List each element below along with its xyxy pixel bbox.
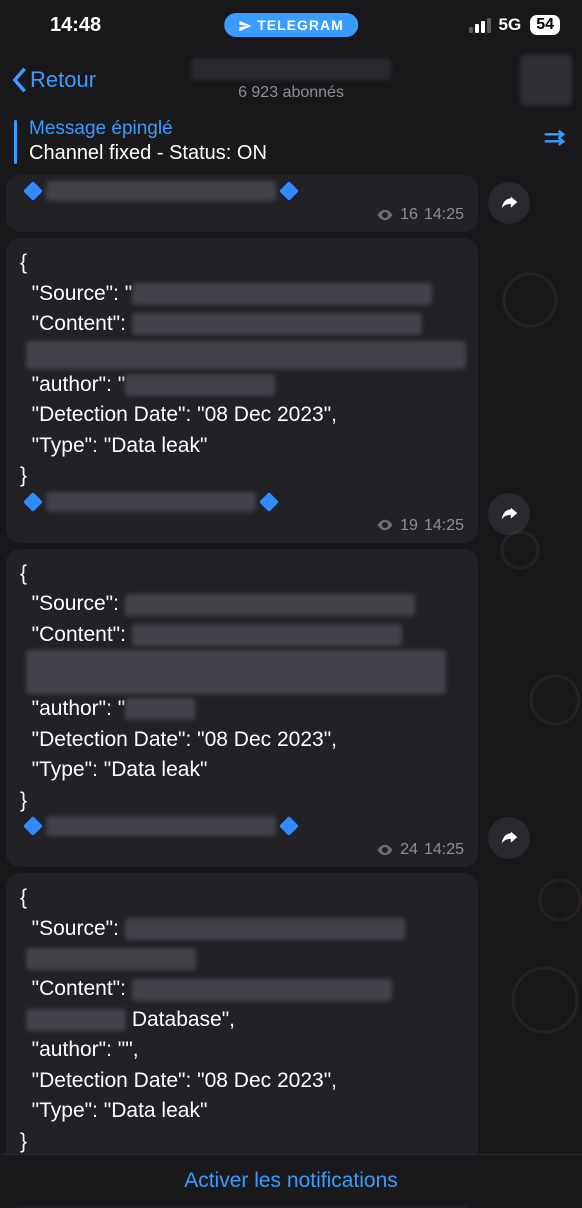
message-bubble[interactable]: { "Source": " "Content": "author": " "De…	[6, 238, 478, 543]
message-meta: 24 14:25	[20, 838, 464, 861]
redacted-text	[46, 181, 276, 201]
redacted-text	[125, 374, 275, 396]
channel-name-redacted	[191, 58, 391, 80]
json-line: "Source":	[20, 914, 464, 944]
redacted-text	[26, 948, 196, 970]
redacted-line	[20, 944, 464, 974]
json-line: "Content":	[20, 974, 464, 1004]
redacted-line	[20, 340, 464, 370]
json-line: {	[20, 559, 464, 589]
redacted-text	[132, 979, 392, 1001]
pinned-subtitle: Channel fixed - Status: ON	[29, 142, 267, 165]
pin-icon[interactable]	[540, 125, 568, 158]
view-count: 24	[400, 838, 418, 861]
pinned-title: Message épinglé	[29, 118, 267, 140]
json-line: "Detection Date": "08 Dec 2023",	[20, 400, 464, 430]
channel-avatar[interactable]	[520, 54, 572, 106]
share-button[interactable]	[488, 493, 530, 535]
json-line: {	[20, 248, 464, 278]
json-line: "Source":	[20, 589, 464, 619]
json-line: Database",	[20, 1005, 464, 1035]
json-line: "Type": "Data leak"	[20, 1096, 464, 1126]
network-type: 5G	[499, 15, 522, 35]
redacted-text	[26, 650, 446, 694]
status-time: 14:48	[50, 14, 101, 37]
share-arrow-icon	[498, 827, 520, 849]
back-button[interactable]: Retour	[10, 66, 96, 94]
message-meta: 16 14:25	[20, 203, 464, 226]
json-line: "Type": "Data leak"	[20, 755, 464, 785]
redacted-text	[125, 698, 195, 720]
message-row: 16 14:25	[6, 175, 576, 232]
diamond-icon	[279, 816, 299, 836]
share-arrow-icon	[498, 503, 520, 525]
message-time: 14:25	[424, 838, 464, 861]
redacted-text	[125, 918, 405, 940]
eye-icon	[376, 841, 394, 859]
share-button[interactable]	[488, 817, 530, 859]
message-bubble[interactable]: { "Source": "Content": "author": " "Dete…	[6, 549, 478, 867]
channel-title-block[interactable]: 6 923 abonnés	[191, 58, 391, 102]
enable-notifications-label: Activer les notifications	[184, 1169, 398, 1193]
redacted-text	[132, 283, 432, 305]
share-button[interactable]	[488, 182, 530, 224]
message-row: { "Source": " "Content": "author": " "De…	[6, 238, 576, 543]
eye-icon	[376, 516, 394, 534]
message-line	[20, 816, 464, 836]
json-line: "author": "	[20, 694, 464, 724]
json-line: "Content":	[20, 620, 464, 650]
message-list[interactable]: 16 14:25 { "Source": " "Content": "autho…	[0, 175, 582, 1208]
redacted-text	[46, 492, 256, 512]
message-meta: 19 14:25	[20, 514, 464, 537]
json-line: "Detection Date": "08 Dec 2023",	[20, 725, 464, 755]
json-line: "Content":	[20, 309, 464, 339]
pinned-message-bar[interactable]: Message épinglé Channel fixed - Status: …	[0, 110, 582, 175]
json-line: {	[20, 883, 464, 913]
diamond-icon	[279, 181, 299, 201]
redacted-text	[132, 313, 422, 335]
pinned-accent-bar	[14, 120, 17, 164]
json-line: "author": "	[20, 370, 464, 400]
message-time: 14:25	[424, 203, 464, 226]
diamond-icon	[259, 492, 279, 512]
redacted-text	[125, 594, 415, 616]
json-line: "author": "",	[20, 1035, 464, 1065]
redacted-line	[20, 650, 464, 694]
json-line: "Type": "Data leak"	[20, 431, 464, 461]
telegram-pill-label: TELEGRAM	[257, 17, 344, 33]
view-count: 16	[400, 203, 418, 226]
json-line: }	[20, 786, 464, 816]
diamond-icon	[23, 181, 43, 201]
message-time: 14:25	[424, 514, 464, 537]
battery-level: 54	[530, 15, 560, 35]
telegram-pill: TELEGRAM	[224, 13, 358, 37]
diamond-icon	[23, 492, 43, 512]
signal-bars-icon	[469, 18, 491, 33]
json-line: }	[20, 461, 464, 491]
redacted-text	[46, 816, 276, 836]
view-count: 19	[400, 514, 418, 537]
json-line: "Source": "	[20, 279, 464, 309]
back-label: Retour	[30, 67, 96, 93]
eye-icon	[376, 206, 394, 224]
enable-notifications-button[interactable]: Activer les notifications	[0, 1154, 582, 1206]
diamond-icon	[23, 816, 43, 836]
share-arrow-icon	[498, 192, 520, 214]
redacted-text	[132, 624, 402, 646]
subscriber-count: 6 923 abonnés	[191, 84, 391, 102]
message-line	[20, 492, 464, 512]
status-bar: 14:48 TELEGRAM 5G 54	[0, 0, 582, 50]
redacted-text	[26, 341, 466, 369]
json-line: }	[20, 1127, 464, 1157]
redacted-text	[26, 1009, 126, 1031]
json-line: "Detection Date": "08 Dec 2023",	[20, 1066, 464, 1096]
paper-plane-icon	[238, 19, 252, 33]
message-row: { "Source": "Content": "author": " "Dete…	[6, 549, 576, 867]
message-line	[20, 181, 464, 201]
chevron-left-icon	[10, 66, 28, 94]
message-bubble[interactable]: 16 14:25	[6, 175, 478, 232]
chat-header: Retour 6 923 abonnés	[0, 50, 582, 110]
